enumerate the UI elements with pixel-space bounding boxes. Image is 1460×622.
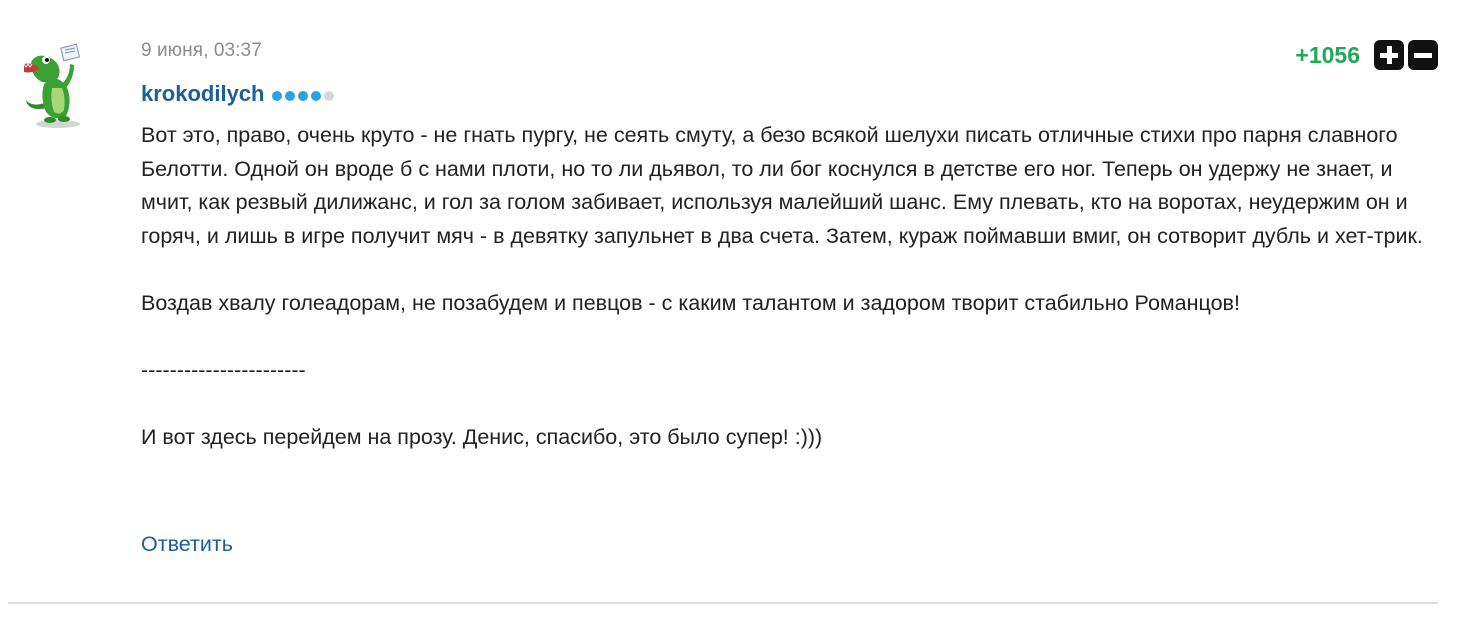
comment-paragraph: И вот здесь перейдем на прозу. Денис, сп…: [141, 424, 823, 449]
upvote-button[interactable]: [1374, 40, 1404, 70]
comment-date: 9 июня, 03:37: [141, 40, 262, 61]
author-rating: [272, 90, 337, 101]
rating-dot-filled: [272, 90, 283, 101]
reply-link[interactable]: Ответить: [141, 532, 233, 557]
comment-paragraph: Вот это, право, очень круто - не гнать п…: [141, 123, 1423, 248]
rating-dot-filled: [285, 90, 296, 101]
comment-separator-text: -----------------------: [141, 357, 306, 382]
author-row: krokodilych: [141, 79, 337, 109]
rating-dot-filled: [311, 90, 322, 101]
vote-controls: +1056: [1295, 40, 1438, 70]
comment-score: +1056: [1295, 41, 1360, 68]
comment-body: Вот это, право, очень круто - не гнать п…: [141, 119, 1441, 454]
rating-dot-empty: [324, 90, 335, 101]
author-name-link[interactable]: krokodilych: [141, 81, 264, 107]
comment-divider: [8, 602, 1438, 604]
comment-paragraph: Воздав хвалу голеадорам, не позабудем и …: [141, 290, 1240, 315]
crocodile-avatar-icon: [23, 43, 81, 128]
crocodile-avatar[interactable]: [18, 38, 98, 132]
comment-card: 9 июня, 03:37 krokodilych +1056 Вот это,…: [0, 0, 1460, 622]
rating-dot-filled: [298, 90, 309, 101]
downvote-button[interactable]: [1408, 40, 1438, 70]
